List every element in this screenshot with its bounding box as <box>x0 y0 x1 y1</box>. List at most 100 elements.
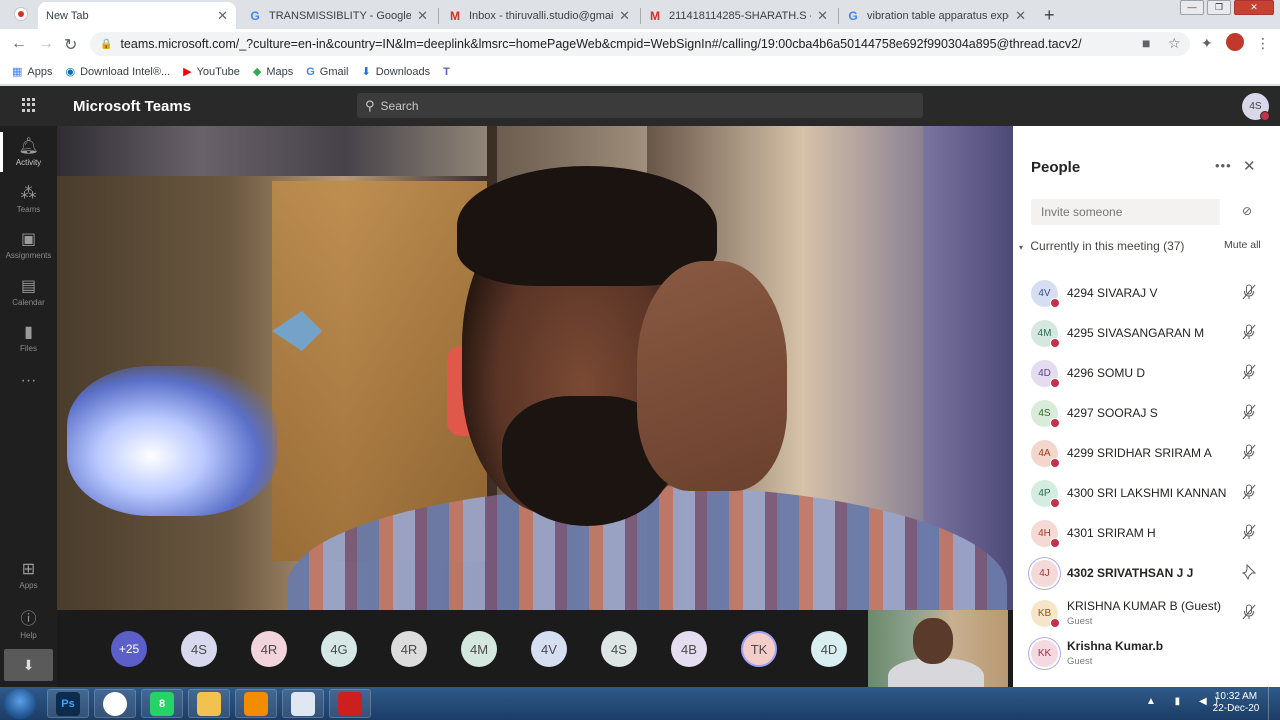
tab-new-tab[interactable]: New Tab ✕ <box>38 2 236 29</box>
section-label: Currently in this meeting (37) <box>1030 239 1185 253</box>
extensions-icon[interactable]: ✦ <box>1201 35 1213 52</box>
rail-files[interactable]: ▮ Files <box>0 322 57 353</box>
forward-button[interactable]: → <box>38 35 54 53</box>
search-box[interactable]: ⚲ Search <box>357 93 923 118</box>
window-close-button[interactable]: ✕ <box>1234 0 1274 15</box>
new-tab-button[interactable]: + <box>1044 5 1055 26</box>
rail-calendar[interactable]: ▤ Calendar <box>0 276 57 307</box>
mic-muted-icon[interactable] <box>1242 484 1256 500</box>
notepad-icon[interactable] <box>282 689 324 718</box>
maximize-button[interactable]: ❐ <box>1207 0 1231 15</box>
more-options-icon[interactable]: ••• <box>1215 158 1232 173</box>
bookmark-youtube[interactable]: ▶ YouTube <box>183 65 240 79</box>
user-avatar[interactable]: 4S <box>1242 93 1270 121</box>
back-button[interactable]: ← <box>11 35 27 53</box>
app-launcher-icon[interactable] <box>22 98 36 112</box>
app-glyph <box>197 691 221 716</box>
close-icon[interactable]: ✕ <box>619 8 630 24</box>
main-video-feed <box>57 126 1013 610</box>
tab-gmail-sharath[interactable]: M 211418114285-SHARATH.S - sharath ✕ <box>640 2 836 29</box>
participant-avatar[interactable]: 4R <box>251 631 287 667</box>
more-participants-badge[interactable]: +25 <box>111 631 147 667</box>
show-desktop-button[interactable] <box>1268 687 1280 720</box>
windows-taskbar: ▲ ▮ ◀) 10:32 AM 22-Dec-20 Ps 8 <box>0 687 1280 720</box>
download-app-button[interactable]: ⬇ <box>4 649 53 681</box>
participant-row[interactable]: 4A 4299 SRIDHAR SRIRAM A <box>1013 433 1280 473</box>
participant-avatar[interactable]: 4S <box>601 631 637 667</box>
participant-row[interactable]: 4V 4294 SIVARAJ V <box>1013 273 1280 313</box>
mic-muted-icon[interactable] <box>1242 324 1256 340</box>
whatsapp-icon[interactable]: 8 <box>141 689 183 718</box>
bookmark-maps[interactable]: ◆ Maps <box>253 65 293 79</box>
participant-row[interactable]: 4D 4296 SOMU D <box>1013 353 1280 393</box>
minimize-button[interactable]: — <box>1180 0 1204 15</box>
participant-avatar[interactable]: 4R <box>391 631 427 667</box>
bookmark-apps[interactable]: ▦ Apps <box>12 65 52 79</box>
tab-vibration-search[interactable]: G vibration table apparatus experiment ✕ <box>838 2 1034 29</box>
mute-all-button[interactable]: Mute all <box>1224 239 1261 251</box>
share-link-icon[interactable]: ⊘ <box>1242 204 1252 218</box>
bookmark-downloads[interactable]: ⬇ Downloads <box>362 65 431 79</box>
participant-row[interactable]: 4P 4300 SRI LAKSHMI KANNAN... <box>1013 473 1280 513</box>
invite-someone-input[interactable] <box>1031 199 1220 225</box>
mic-muted-icon[interactable] <box>1242 604 1256 620</box>
rail-assignments[interactable]: ▣ Assignments <box>0 229 57 260</box>
vlc-icon[interactable] <box>235 689 277 718</box>
rail-help[interactable]: ⓘ Help <box>0 605 57 640</box>
participant-avatar[interactable]: 4B <box>671 631 707 667</box>
calendar-icon: ▤ <box>20 278 37 295</box>
participant-row[interactable]: KB KRISHNA KUMAR B (Guest) Guest <box>1013 593 1280 633</box>
tab-title: 211418114285-SHARATH.S - sharath <box>669 9 811 22</box>
rail-teams[interactable]: ⁂ Teams <box>0 183 57 214</box>
rail-more[interactable]: ··· <box>0 372 57 392</box>
close-icon[interactable]: ✕ <box>217 8 228 24</box>
tab-google-search[interactable]: G TRANSMISSIBLITY - Google Search ✕ <box>240 2 436 29</box>
close-icon[interactable]: ✕ <box>1243 157 1256 175</box>
participant-avatar[interactable]: 4M <box>461 631 497 667</box>
photoshop-icon[interactable]: Ps <box>47 689 89 718</box>
participant-avatar[interactable]: 4G <box>321 631 357 667</box>
address-bar[interactable]: 🔒 teams.microsoft.com/_?culture=en-in&co… <box>90 32 1190 56</box>
camera-icon[interactable]: ■ <box>1142 35 1150 51</box>
mic-muted-icon[interactable] <box>1242 404 1256 420</box>
participant-row[interactable]: 4M 4295 SIVASANGARAN M <box>1013 313 1280 353</box>
mic-muted-icon[interactable] <box>1242 284 1256 300</box>
rail-activity[interactable]: 🔔︎ Activity <box>0 132 57 172</box>
bookmark-star-icon[interactable]: ☆ <box>1168 35 1181 52</box>
participant-avatar[interactable]: 4D <box>811 631 847 667</box>
acrobat-icon[interactable] <box>329 689 371 718</box>
tab-gmail-inbox[interactable]: M Inbox - thiruvalli.studio@gmail.com ✕ <box>440 2 638 29</box>
meeting-section-header[interactable]: ▾ Currently in this meeting (37) <box>1019 239 1184 253</box>
mic-muted-icon[interactable] <box>1242 364 1256 380</box>
mic-muted-icon[interactable] <box>1242 524 1256 540</box>
app-glyph: Ps <box>56 691 80 716</box>
participant-name: 4299 SRIDHAR SRIRAM A <box>1067 446 1212 460</box>
participant-avatar[interactable]: 4S <box>181 631 217 667</box>
participant-row[interactable]: 4S 4297 SOORAJ S <box>1013 393 1280 433</box>
pin-icon[interactable] <box>1242 564 1256 580</box>
participant-row[interactable]: KK Krishna Kumar.b Guest <box>1013 633 1280 673</box>
help-icon: ⓘ <box>20 611 37 628</box>
close-icon[interactable]: ✕ <box>417 8 428 24</box>
close-icon[interactable]: ✕ <box>817 8 828 24</box>
profile-avatar[interactable] <box>1226 33 1244 51</box>
bookmark-teams[interactable]: T <box>443 66 455 78</box>
rail-apps[interactable]: ⊞ Apps <box>0 559 57 590</box>
menu-kebab-icon[interactable]: ⋮ <box>1256 35 1270 52</box>
participant-avatar[interactable]: 4V <box>531 631 567 667</box>
chrome-icon[interactable] <box>94 689 136 718</box>
participant-row[interactable]: 4J 4302 SRIVATHSAN J J <box>1013 553 1280 593</box>
participant-avatar[interactable]: TK <box>741 631 777 667</box>
bookmark-label: Downloads <box>375 65 431 78</box>
file-explorer-icon[interactable] <box>188 689 230 718</box>
system-clock[interactable]: 10:32 AM 22-Dec-20 <box>1210 691 1262 715</box>
self-video-preview <box>868 610 1008 687</box>
participant-row[interactable]: 4H 4301 SRIRAM H <box>1013 513 1280 553</box>
close-icon[interactable]: ✕ <box>1015 8 1026 24</box>
bookmark-gmail[interactable]: G Gmail <box>306 66 348 78</box>
mic-muted-icon[interactable] <box>1242 444 1256 460</box>
reload-button[interactable]: ↻ <box>64 35 77 55</box>
recording-indicator-icon <box>14 7 28 21</box>
start-button[interactable] <box>4 689 36 719</box>
bookmark-intel[interactable]: ◉ Download Intel®... <box>65 65 170 79</box>
